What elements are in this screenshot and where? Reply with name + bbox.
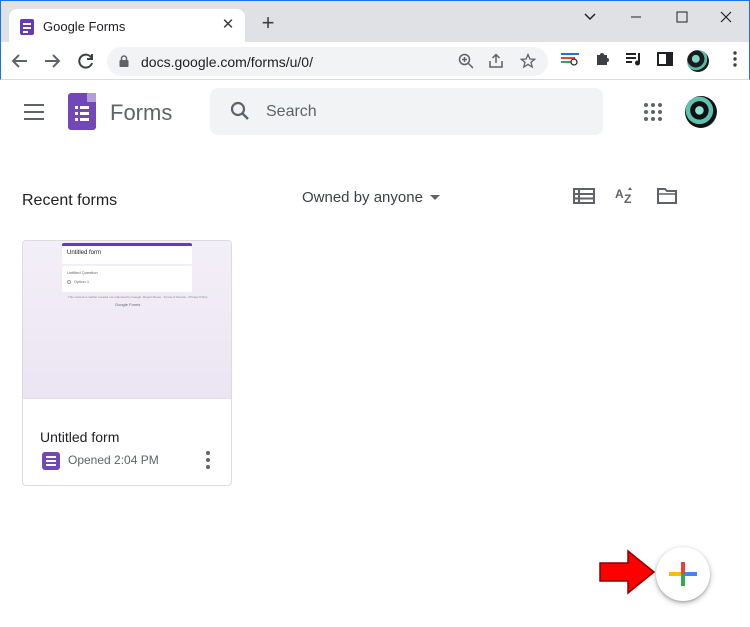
search-icon[interactable] bbox=[230, 101, 250, 121]
reload-button[interactable] bbox=[75, 50, 97, 72]
search-box[interactable] bbox=[210, 88, 603, 135]
menu-kebab-icon[interactable] bbox=[725, 51, 745, 71]
form-thumbnail[interactable]: Untitled form Untitled Question Option 1… bbox=[23, 241, 231, 399]
form-title[interactable]: Untitled form bbox=[40, 429, 119, 445]
svg-text:Z: Z bbox=[624, 192, 631, 206]
more-options-icon[interactable] bbox=[205, 451, 211, 469]
form-opened-time: Opened 2:04 PM bbox=[68, 453, 159, 467]
tab-title: Google Forms bbox=[43, 19, 126, 34]
sort-az-icon[interactable]: A Z bbox=[614, 186, 636, 206]
list-view-icon[interactable] bbox=[573, 186, 595, 206]
address-bar[interactable]: docs.google.com/forms/u/0/ bbox=[107, 47, 548, 76]
extension-custom-icon[interactable] bbox=[560, 51, 580, 71]
folder-icon[interactable] bbox=[656, 186, 678, 206]
back-button[interactable] bbox=[9, 50, 31, 72]
app-header: Forms bbox=[0, 81, 750, 145]
red-arrow-annotation bbox=[599, 549, 656, 595]
form-card[interactable]: Untitled form Untitled Question Option 1… bbox=[22, 240, 232, 486]
new-tab-button[interactable]: + bbox=[257, 12, 279, 35]
share-icon[interactable] bbox=[487, 53, 505, 71]
close-icon bbox=[720, 11, 732, 23]
reload-icon bbox=[78, 53, 93, 69]
tab-close-icon[interactable]: ✕ bbox=[219, 16, 237, 34]
thumbnail-title: Untitled form bbox=[67, 250, 102, 256]
forms-logo-icon[interactable] bbox=[68, 93, 96, 130]
browser-toolbar: docs.google.com/forms/u/0/ bbox=[0, 42, 750, 80]
browser-tab[interactable]: Google Forms ✕ bbox=[9, 9, 245, 43]
browser-tab-bar: Google Forms ✕ + bbox=[0, 0, 750, 43]
thumbnail-question: Untitled Question Option 1 bbox=[62, 266, 192, 292]
search-input[interactable] bbox=[266, 88, 586, 135]
thumbnail-header: Untitled form bbox=[62, 243, 192, 264]
main-menu-icon[interactable] bbox=[24, 104, 44, 120]
sidebar-icon[interactable] bbox=[655, 51, 675, 71]
lock-icon bbox=[119, 55, 129, 67]
thumbnail-question-label: Untitled Question bbox=[67, 270, 98, 275]
plus-icon bbox=[669, 562, 697, 586]
maximize-icon bbox=[676, 11, 688, 23]
forward-arrow-icon bbox=[45, 54, 61, 68]
media-queue-icon[interactable] bbox=[624, 51, 644, 71]
create-form-button[interactable] bbox=[656, 547, 710, 601]
radio-icon bbox=[67, 280, 71, 284]
maximize-button[interactable] bbox=[659, 5, 705, 27]
caret-down-icon[interactable] bbox=[430, 195, 440, 200]
puzzle-icon[interactable] bbox=[592, 51, 612, 71]
forms-file-icon bbox=[42, 452, 60, 470]
profile-avatar[interactable] bbox=[687, 50, 709, 72]
minimize-icon bbox=[631, 16, 641, 18]
close-window-button[interactable] bbox=[703, 5, 749, 27]
thumbnail-option-label: Option 1 bbox=[74, 279, 90, 284]
forms-favicon-icon bbox=[20, 19, 34, 35]
account-avatar[interactable] bbox=[685, 96, 717, 128]
app-name[interactable]: Forms bbox=[110, 100, 172, 126]
svg-text:A: A bbox=[615, 187, 624, 201]
recent-forms-heading: Recent forms bbox=[22, 192, 118, 209]
zoom-icon[interactable] bbox=[457, 53, 475, 71]
back-arrow-icon bbox=[11, 54, 27, 68]
grid-apps-icon[interactable] bbox=[644, 103, 662, 121]
url-text: docs.google.com/forms/u/0/ bbox=[141, 54, 313, 70]
thumbnail-brand: Google Forms bbox=[115, 302, 141, 307]
chevron-down-icon bbox=[584, 13, 596, 21]
owner-filter-dropdown[interactable]: Owned by anyone bbox=[302, 189, 423, 206]
star-icon[interactable] bbox=[519, 52, 537, 71]
forward-button[interactable] bbox=[41, 50, 63, 72]
tab-search-button[interactable] bbox=[567, 5, 613, 27]
thumbnail-footer: This content is neither created nor endo… bbox=[68, 295, 208, 299]
minimize-button[interactable] bbox=[613, 5, 659, 27]
